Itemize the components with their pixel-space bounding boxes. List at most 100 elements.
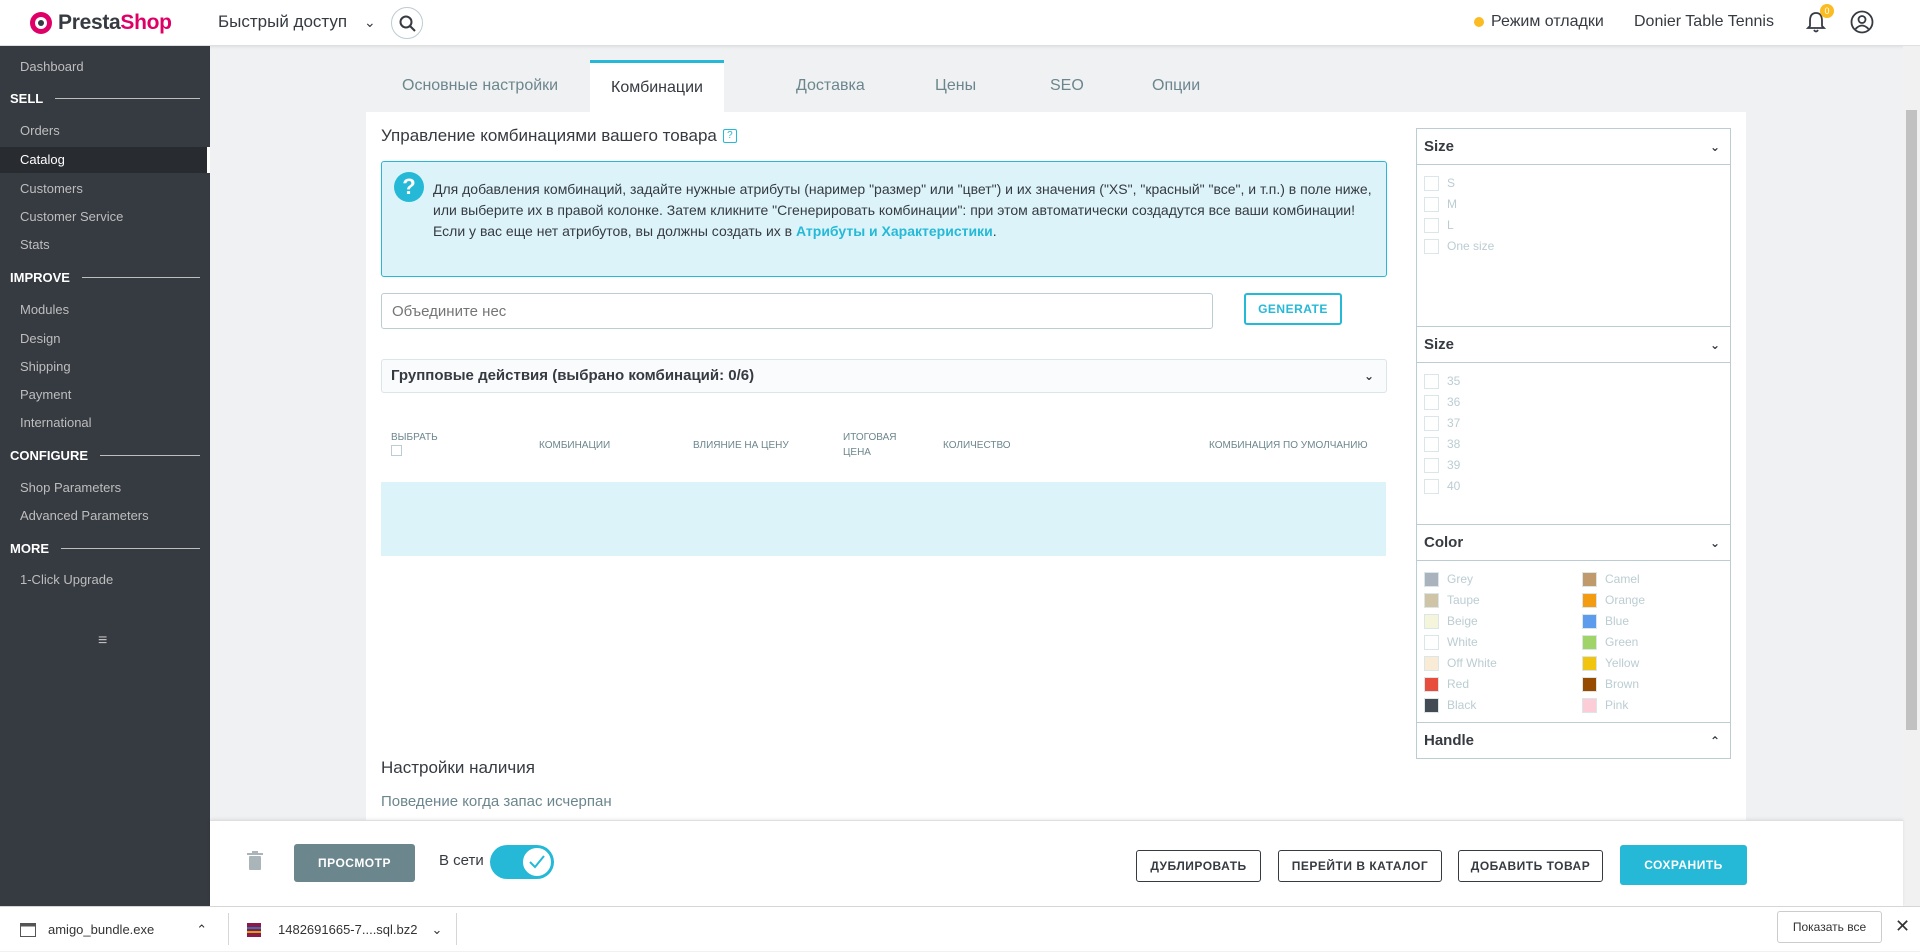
filter-option-color[interactable]: Green [1582,633,1638,651]
filter-header-handle[interactable]: Handle ⌃ [1417,723,1730,759]
color-swatch[interactable] [1582,613,1597,629]
scrollbar-thumb[interactable] [1906,110,1917,730]
filter-option-color[interactable]: Black [1424,696,1476,714]
color-swatch[interactable] [1582,676,1597,692]
sidebar-item-catalog[interactable]: Catalog [0,147,210,173]
debug-mode-indicator[interactable]: Режим отладки [1474,13,1604,31]
checkbox[interactable] [1424,478,1439,494]
filter-option-color[interactable]: Red [1424,675,1469,693]
filter-header-size[interactable]: Size ⌄ [1417,129,1730,165]
filter-option-39[interactable]: 39 [1424,456,1460,474]
download-item[interactable]: 1482691665-7....sql.bz2 ⌄ [246,907,442,952]
checkbox[interactable] [1424,175,1439,191]
quick-access-menu[interactable]: Быстрый доступ [218,12,347,32]
checkbox[interactable] [1424,238,1439,254]
filter-option-40[interactable]: 40 [1424,477,1460,495]
filter-header-size[interactable]: Size ⌄ [1417,327,1730,363]
filter-option-color[interactable]: Orange [1582,591,1645,609]
checkbox[interactable] [1424,415,1439,431]
filter-option-36[interactable]: 36 [1424,393,1460,411]
help-icon[interactable]: ? [722,129,737,143]
filter-option-color[interactable]: White [1424,633,1478,651]
chevron-down-icon[interactable]: ⌄ [432,922,443,938]
filter-option-color[interactable]: Yellow [1582,654,1639,672]
checkbox[interactable] [1424,436,1439,452]
vertical-scrollbar[interactable] [1903,46,1920,906]
filter-option-color[interactable]: Taupe [1424,591,1480,609]
color-swatch[interactable] [1582,655,1597,671]
sidebar-item-dashboard[interactable]: Dashboard [0,54,210,80]
trash-icon[interactable] [247,851,263,871]
go-to-catalog-button[interactable]: ПЕРЕЙТИ В КАТАЛОГ [1278,850,1442,882]
color-swatch[interactable] [1582,571,1597,587]
menu-collapse-icon[interactable]: ≡ [98,632,107,650]
filter-option-color[interactable]: Blue [1582,612,1629,630]
color-swatch[interactable] [1424,613,1439,629]
sidebar-item-customers[interactable]: Customers [0,176,210,202]
color-swatch[interactable] [1582,697,1597,713]
tab-pricing[interactable]: Цены [935,60,976,112]
sidebar-item-shipping[interactable]: Shipping [0,354,210,380]
filter-option-s[interactable]: S [1424,174,1455,192]
filter-option-color[interactable]: Camel [1582,570,1640,588]
sidebar-item-payment[interactable]: Payment [0,382,210,408]
search-button[interactable] [391,7,423,39]
checkbox[interactable] [1424,373,1439,389]
select-all-checkbox[interactable] [391,445,402,456]
bulk-actions-dropdown[interactable]: Групповые действия (выбрано комбинаций: … [381,359,1387,393]
sidebar-item-shop-parameters[interactable]: Shop Parameters [0,475,210,501]
color-swatch[interactable] [1424,571,1439,587]
tab-shipping[interactable]: Доставка [796,60,865,112]
filter-option-one-size[interactable]: One size [1424,237,1494,255]
shop-name-link[interactable]: Donier Table Tennis [1634,13,1774,31]
filter-option-l[interactable]: L [1424,216,1454,234]
prestashop-logo[interactable]: Presta Shop [30,10,172,36]
filter-header-color[interactable]: Color ⌄ [1417,525,1730,561]
close-icon[interactable]: ✕ [1895,916,1910,937]
checkbox[interactable] [1424,196,1439,212]
chevron-up-icon[interactable]: ⌃ [196,922,207,938]
color-swatch[interactable] [1424,634,1439,650]
filter-option-color[interactable]: Off White [1424,654,1497,672]
checkbox[interactable] [1424,394,1439,410]
color-swatch[interactable] [1424,655,1439,671]
sidebar-item-advanced-parameters[interactable]: Advanced Parameters [0,503,210,529]
user-profile-icon[interactable] [1850,10,1874,34]
attributes-link[interactable]: Атрибуты и Характеристики [796,223,993,239]
tab-options[interactable]: Опции [1152,60,1200,112]
checkbox[interactable] [1424,457,1439,473]
tab-combinations[interactable]: Комбинации [590,60,724,112]
sidebar-item-customer-service[interactable]: Customer Service [0,204,210,230]
generate-button[interactable]: GENERATE [1244,293,1342,325]
download-item[interactable]: amigo_bundle.exe ⌃ [20,907,207,952]
filter-option-color[interactable]: Beige [1424,612,1478,630]
online-toggle[interactable] [490,845,554,879]
filter-option-color[interactable]: Brown [1582,675,1639,693]
sidebar-item-modules[interactable]: Modules [0,297,210,323]
tab-seo[interactable]: SEO [1050,60,1084,112]
color-swatch[interactable] [1424,676,1439,692]
filter-option-color[interactable]: Pink [1582,696,1628,714]
filter-option-color[interactable]: Grey [1424,570,1473,588]
combine-attributes-input[interactable] [381,293,1213,329]
sidebar-item-stats[interactable]: Stats [0,232,210,258]
sidebar-item-international[interactable]: International [0,410,210,436]
checkbox[interactable] [1424,217,1439,233]
duplicate-button[interactable]: ДУБЛИРОВАТЬ [1136,850,1261,882]
add-product-button[interactable]: ДОБАВИТЬ ТОВАР [1458,850,1603,882]
sidebar-item-design[interactable]: Design [0,326,210,352]
color-swatch[interactable] [1582,592,1597,608]
save-button[interactable]: СОХРАНИТЬ [1620,845,1747,885]
sidebar-item-1-click-upgrade[interactable]: 1-Click Upgrade [0,567,210,593]
filter-option-m[interactable]: M [1424,195,1457,213]
sidebar-item-orders[interactable]: Orders [0,118,210,144]
filter-option-38[interactable]: 38 [1424,435,1460,453]
color-swatch[interactable] [1582,634,1597,650]
filter-option-37[interactable]: 37 [1424,414,1460,432]
show-all-downloads-button[interactable]: Показать все [1777,911,1882,943]
color-swatch[interactable] [1424,697,1439,713]
filter-option-35[interactable]: 35 [1424,372,1460,390]
chevron-down-icon[interactable]: ⌄ [364,14,376,31]
tab-basic-settings[interactable]: Основные настройки [402,60,558,112]
color-swatch[interactable] [1424,592,1439,608]
